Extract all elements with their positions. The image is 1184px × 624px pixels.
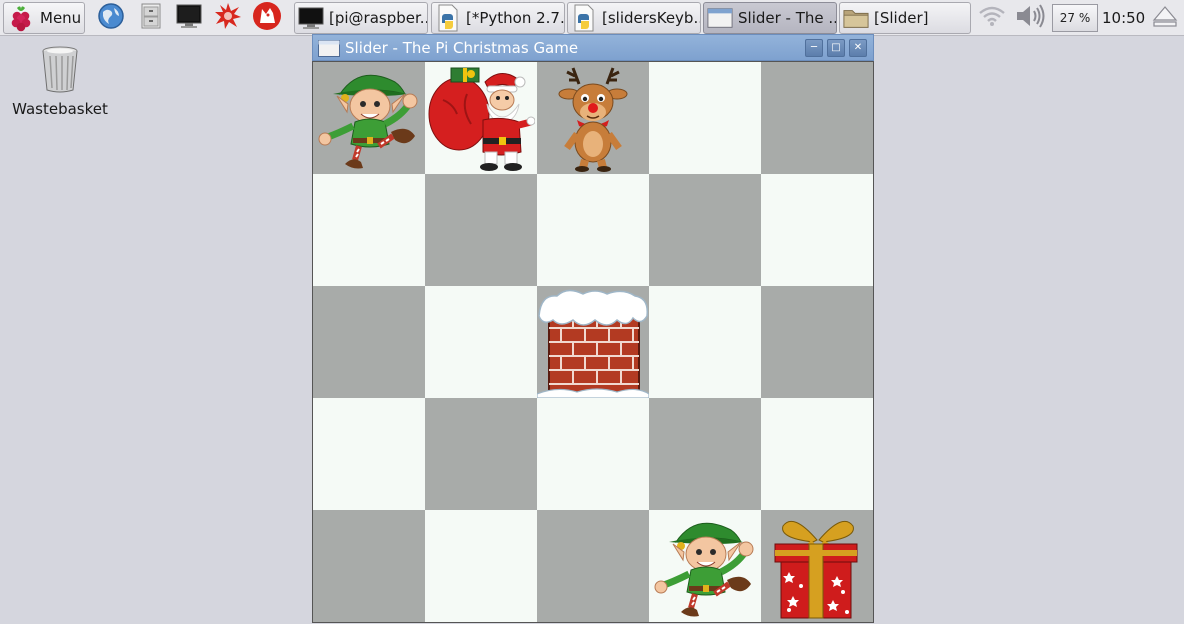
board-cell[interactable] — [537, 62, 649, 174]
elf-sprite — [318, 74, 418, 169]
task-slider-game[interactable]: Slider - The ... — [703, 2, 837, 34]
board-cell[interactable] — [761, 174, 873, 286]
window-titlebar[interactable]: Slider - The Pi Christmas Game ─ □ ✕ — [312, 34, 874, 61]
board-cell[interactable] — [649, 62, 761, 174]
volume-icon — [1014, 3, 1046, 33]
task-label: Slider - The ... — [738, 9, 836, 27]
wastebasket-desktop-icon[interactable]: Wastebasket — [10, 44, 110, 118]
board-cell[interactable] — [313, 510, 425, 622]
board-cell[interactable] — [537, 510, 649, 622]
task-label: [Slider] — [874, 9, 929, 27]
reindeer-sprite — [558, 67, 628, 172]
terminal-launcher[interactable] — [174, 2, 204, 34]
board-cell[interactable] — [761, 62, 873, 174]
santa-piece[interactable] — [427, 64, 535, 172]
board-cell[interactable] — [425, 510, 537, 622]
task-sliders-keyboard[interactable]: [slidersKeyb... — [567, 2, 701, 34]
maximize-icon: □ — [831, 42, 841, 53]
slider-game-window: Slider - The Pi Christmas Game ─ □ ✕ — [312, 34, 874, 624]
window-icon — [318, 40, 340, 61]
clock[interactable]: 10:50 — [1102, 2, 1146, 34]
task-label: [pi@raspber... — [329, 9, 427, 27]
reindeer-piece[interactable] — [539, 64, 647, 172]
board-cell[interactable] — [761, 398, 873, 510]
elf-sprite — [654, 522, 754, 617]
elf-piece[interactable] — [315, 64, 423, 172]
mathematica-icon — [214, 2, 242, 34]
wastebasket-icon — [10, 44, 110, 98]
volume-control[interactable] — [1012, 2, 1048, 34]
board-cell[interactable] — [313, 398, 425, 510]
task-terminal[interactable]: [pi@raspber... — [294, 2, 428, 34]
file-manager-icon — [138, 2, 164, 34]
board-cell[interactable] — [761, 510, 873, 622]
board-cell[interactable] — [313, 174, 425, 286]
board-cell[interactable] — [425, 174, 537, 286]
wifi-status[interactable] — [976, 2, 1008, 34]
elf-piece[interactable] — [651, 512, 759, 620]
present-sprite — [774, 520, 858, 619]
raspberry-icon — [8, 4, 34, 32]
task-slider-folder[interactable]: [Slider] — [839, 2, 971, 34]
window-icon — [707, 5, 733, 31]
minimize-button[interactable]: ─ — [805, 39, 823, 57]
maximize-button[interactable]: □ — [827, 39, 845, 57]
close-button[interactable]: ✕ — [849, 39, 867, 57]
board-cell[interactable] — [425, 398, 537, 510]
wolfram-launcher[interactable] — [252, 2, 282, 34]
web-browser-launcher[interactable] — [96, 2, 126, 34]
task-label: [slidersKeyb... — [602, 9, 700, 27]
python-file-icon — [571, 4, 597, 32]
board-cell[interactable] — [537, 286, 649, 398]
wolfram-icon — [252, 1, 282, 35]
file-manager-launcher[interactable] — [136, 2, 166, 34]
board-cell[interactable] — [649, 510, 761, 622]
present-piece[interactable] — [763, 512, 871, 620]
mathematica-launcher[interactable] — [213, 2, 243, 34]
web-browser-icon — [97, 2, 125, 34]
board-cell[interactable] — [425, 286, 537, 398]
chimney-sprite — [537, 289, 649, 398]
board-cell[interactable] — [649, 174, 761, 286]
board-cell[interactable] — [313, 62, 425, 174]
wifi-icon — [978, 4, 1006, 32]
clock-text: 10:50 — [1102, 9, 1146, 27]
board-cell[interactable] — [649, 398, 761, 510]
menu-label: Menu — [40, 9, 82, 27]
board-cell[interactable] — [761, 286, 873, 398]
taskbar: Menu [pi@raspber... [*Python 2.7... [sli… — [0, 0, 1184, 36]
python-file-icon — [435, 4, 461, 32]
battery-indicator[interactable]: 27 % — [1052, 4, 1098, 32]
board-cell[interactable] — [537, 398, 649, 510]
eject-button[interactable] — [1150, 2, 1180, 34]
eject-icon — [1152, 4, 1178, 32]
menu-button[interactable]: Menu — [3, 2, 85, 34]
chimney-piece[interactable] — [537, 286, 649, 398]
board-cell[interactable] — [425, 62, 537, 174]
santa-sprite — [428, 67, 535, 171]
board-cell[interactable] — [649, 286, 761, 398]
folder-icon — [843, 5, 869, 31]
board-cell[interactable] — [313, 286, 425, 398]
minimize-icon: ─ — [810, 42, 818, 53]
board-cell[interactable] — [537, 174, 649, 286]
close-icon: ✕ — [853, 42, 863, 53]
window-title: Slider - The Pi Christmas Game — [345, 39, 579, 57]
terminal-icon — [298, 5, 324, 31]
task-label: [*Python 2.7... — [466, 9, 564, 27]
battery-text: 27 % — [1059, 11, 1091, 25]
terminal-icon — [175, 2, 203, 34]
task-python-shell[interactable]: [*Python 2.7... — [431, 2, 565, 34]
wastebasket-label: Wastebasket — [12, 100, 108, 118]
game-board — [312, 61, 874, 623]
